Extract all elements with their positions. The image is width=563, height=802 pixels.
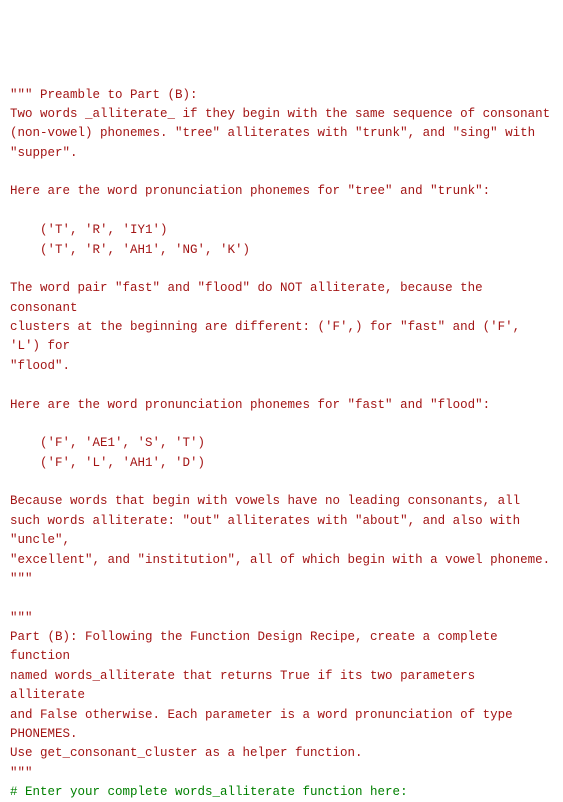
docstring-preamble-l11: The word pair "fast" and "flood" do NOT …: [10, 281, 490, 314]
docstring-preamble-l15: Here are the word pronunciation phonemes…: [10, 398, 490, 412]
docstring-preamble-l22: "excellent", and "institution", all of w…: [10, 553, 550, 567]
docstring-preamble-l12: clusters at the beginning are different:…: [10, 320, 528, 353]
docstring-preamble-l9: ('T', 'R', 'AH1', 'NG', 'K'): [10, 243, 250, 257]
docstring-preamble-l13: "flood".: [10, 359, 70, 373]
docstring-partb-l4: and False otherwise. Each parameter is a…: [10, 708, 520, 741]
docstring-preamble-l2: Two words _alliterate_ if they begin wit…: [10, 107, 550, 121]
docstring-preamble-l21: such words alliterate: "out" alliterates…: [10, 514, 528, 547]
docstring-partb-l3: named words_alliterate that returns True…: [10, 669, 483, 702]
docstring-preamble-l23: """: [10, 572, 33, 586]
docstring-preamble-l3: (non-vowel) phonemes. "tree" alliterates…: [10, 126, 535, 140]
docstring-preamble-l17: ('F', 'AE1', 'S', 'T'): [10, 436, 205, 450]
docstring-preamble-l1: """ Preamble to Part (B):: [10, 88, 198, 102]
docstring-preamble-l4: "supper".: [10, 146, 78, 160]
docstring-preamble-l8: ('T', 'R', 'IY1'): [10, 223, 168, 237]
docstring-preamble-l20: Because words that begin with vowels hav…: [10, 494, 520, 508]
docstring-partb-l5: Use get_consonant_cluster as a helper fu…: [10, 746, 363, 760]
docstring-partb-l1: """: [10, 611, 33, 625]
comment-prompt: # Enter your complete words_alliterate f…: [10, 785, 408, 799]
docstring-partb-l6: """: [10, 766, 33, 780]
docstring-preamble-l6: Here are the word pronunciation phonemes…: [10, 184, 490, 198]
docstring-preamble-l18: ('F', 'L', 'AH1', 'D'): [10, 456, 205, 470]
docstring-partb-l2: Part (B): Following the Function Design …: [10, 630, 505, 663]
